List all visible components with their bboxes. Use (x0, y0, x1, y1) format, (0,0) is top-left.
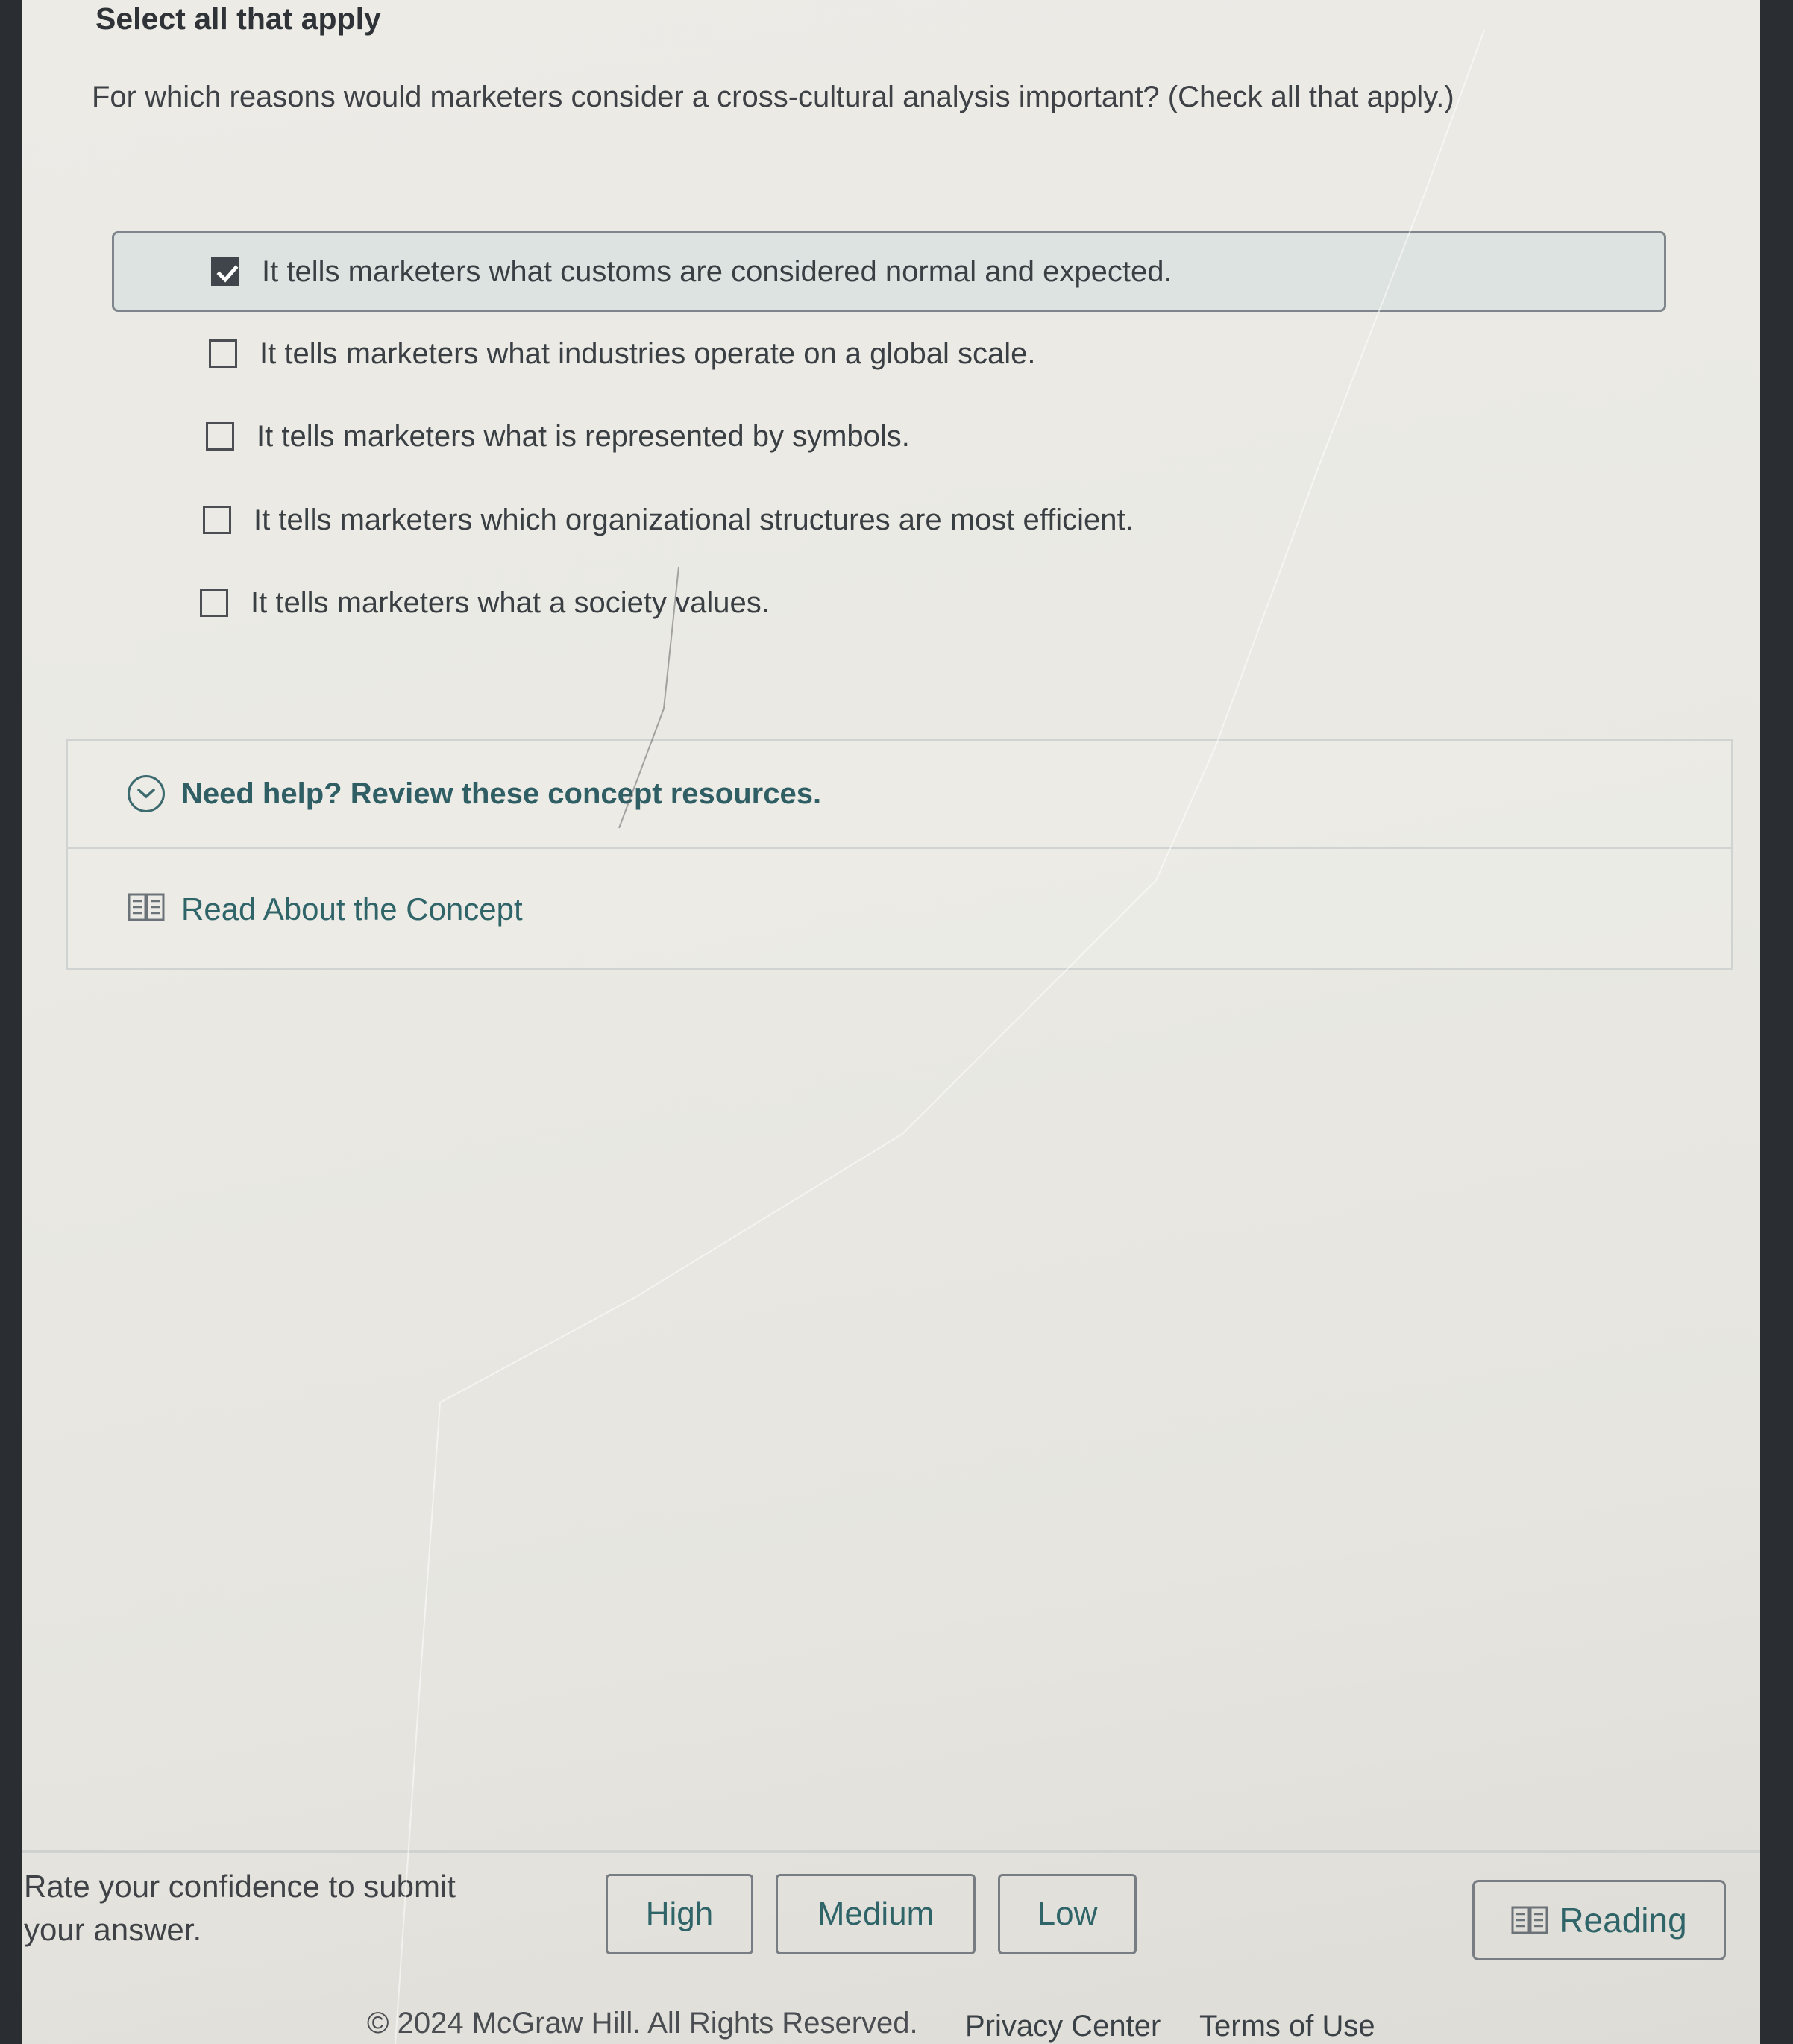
option-values[interactable]: It tells marketers what a society values… (200, 562, 770, 643)
option-label: It tells marketers which organizational … (254, 503, 1134, 536)
book-icon (128, 891, 165, 927)
reading-button[interactable]: Reading (1472, 1880, 1726, 1960)
confidence-medium-button[interactable]: Medium (776, 1874, 976, 1954)
reading-button-label: Reading (1559, 1901, 1687, 1940)
book-icon (1511, 1906, 1548, 1934)
screen: Select all that apply For which reasons … (22, 0, 1760, 2044)
footer-divider (22, 1850, 1760, 1853)
option-label: It tells marketers what industries opera… (260, 336, 1036, 370)
checkbox[interactable] (200, 589, 228, 617)
option-industries[interactable]: It tells marketers what industries opera… (209, 313, 1036, 394)
option-label: It tells marketers what is represented b… (257, 419, 910, 453)
option-label: It tells marketers what a society values… (251, 586, 770, 619)
checkbox[interactable] (206, 422, 234, 451)
copyright-text: © 2024 McGraw Hill. All Rights Reserved. (367, 2007, 918, 2040)
option-label: It tells marketers what customs are cons… (262, 254, 1172, 288)
option-customs[interactable]: It tells marketers what customs are cons… (112, 231, 1666, 312)
concept-resources-toggle[interactable]: Need help? Review these concept resource… (68, 741, 1731, 849)
checkbox[interactable] (209, 339, 237, 368)
checkmark-icon (216, 265, 239, 283)
option-symbols[interactable]: It tells marketers what is represented b… (206, 396, 910, 477)
question-prompt: For which reasons would marketers consid… (92, 81, 1454, 113)
option-structures[interactable]: It tells marketers which organizational … (203, 480, 1134, 560)
concept-resources-label: Need help? Review these concept resource… (181, 777, 822, 810)
read-about-concept-link[interactable]: Read About the Concept (68, 851, 1731, 967)
checkbox-checked[interactable] (211, 257, 239, 286)
chevron-down-circle-icon (128, 775, 165, 812)
concept-resources-panel: Need help? Review these concept resource… (66, 739, 1733, 970)
instruction-heading: Select all that apply (95, 1, 381, 36)
checkbox[interactable] (203, 506, 231, 534)
read-about-concept-label: Read About the Concept (181, 891, 523, 927)
confidence-low-button[interactable]: Low (998, 1874, 1137, 1954)
confidence-prompt: Rate your confidence to submit your answ… (24, 1869, 456, 1947)
confidence-high-button[interactable]: High (606, 1874, 753, 1954)
privacy-center-link[interactable]: Privacy Center (965, 2010, 1161, 2043)
terms-of-use-link[interactable]: Terms of Use (1199, 2010, 1375, 2043)
